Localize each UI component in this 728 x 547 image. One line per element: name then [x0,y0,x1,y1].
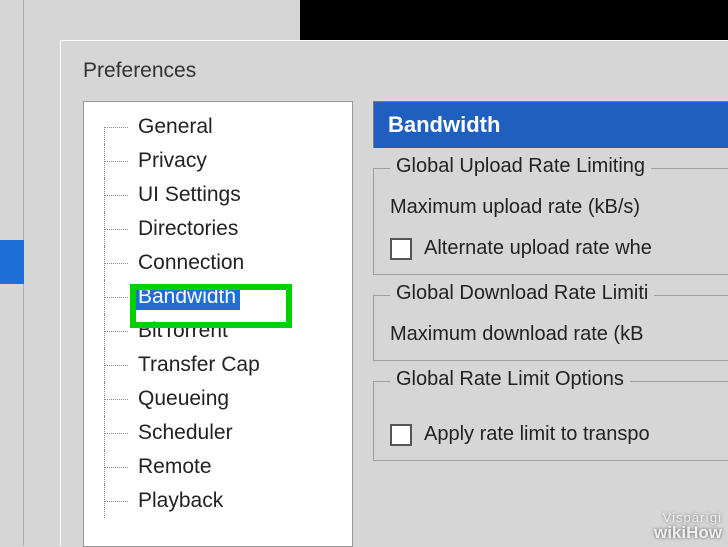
checkbox-row: Apply rate limit to transpo [390,423,728,446]
outer-sidebar [0,0,24,546]
window-title: Preferences [83,59,196,83]
checkbox[interactable] [390,424,412,446]
tree-item-bittorrent[interactable]: BitTorrent [84,314,352,348]
titlebar-dark-region [300,0,728,40]
tree-connector-icon [98,348,134,382]
tree-item-label: Scheduler [134,420,237,446]
watermark: Vispārīgi wikiHow [654,511,722,542]
tree-item-connection[interactable]: Connection [84,246,352,280]
tree-item-label: Playback [134,488,227,514]
tree-connector-icon [98,144,134,178]
tree-connector-icon [98,314,134,348]
tree-item-ui-settings[interactable]: UI Settings [84,178,352,212]
tree-item-label: Connection [134,250,248,276]
tree-item-label: Privacy [134,148,211,174]
content-panel: Bandwidth Global Upload Rate LimitingMax… [373,101,728,547]
tree-connector-icon [98,382,134,416]
tree-item-general[interactable]: General [84,110,352,144]
checkbox-label: Alternate upload rate whe [424,237,652,260]
tree-item-label: Queueing [134,386,233,412]
tree-connector-icon [98,212,134,246]
tree-connector-icon [98,110,134,144]
preferences-window: Preferences General Privacy UI Settings Dir… [60,40,728,546]
groupbox: Global Rate Limit OptionsApply rate limi… [373,381,728,461]
tree-item-bandwidth[interactable]: Bandwidth [84,280,352,314]
checkbox[interactable] [390,238,412,260]
tree-item-label: Bandwidth [134,284,240,310]
outer-sidebar-active-indicator [0,240,24,284]
tree-item-playback[interactable]: Playback [84,484,352,518]
tree-item-label: Directories [134,216,242,242]
tree-item-directories[interactable]: Directories [84,212,352,246]
tree-connector-icon [98,416,134,450]
tree-item-privacy[interactable]: Privacy [84,144,352,178]
tree-item-label: BitTorrent [134,318,232,344]
tree-item-remote[interactable]: Remote [84,450,352,484]
tree-item-scheduler[interactable]: Scheduler [84,416,352,450]
groupbox: Global Download Rate LimitiMaximum downl… [373,295,728,361]
tree-item-label: General [134,114,217,140]
section-header: Bandwidth [373,101,728,148]
tree-item-label: Transfer Cap [134,352,264,378]
tree-item-label: UI Settings [134,182,245,208]
checkbox-row: Alternate upload rate whe [390,237,728,260]
tree-item-queueing[interactable]: Queueing [84,382,352,416]
groupbox-title: Global Upload Rate Limiting [390,155,651,178]
groupbox-title: Global Rate Limit Options [390,368,630,391]
tree-item-label: Remote [134,454,216,480]
label-row: Maximum download rate (kB [390,323,728,346]
tree-connector-icon [98,178,134,212]
groupbox: Global Upload Rate LimitingMaximum uploa… [373,168,728,275]
tree-connector-icon [98,246,134,280]
tree-connector-icon [98,484,134,518]
label-row: Maximum upload rate (kB/s) [390,196,728,219]
tree-connector-icon [98,280,134,314]
tree-connector-icon [98,450,134,484]
checkbox-label: Apply rate limit to transpo [424,423,650,446]
groupbox-title: Global Download Rate Limiti [390,282,654,305]
tree-item-transfer-cap[interactable]: Transfer Cap [84,348,352,382]
category-tree: General Privacy UI Settings Directories Conn… [83,101,353,547]
